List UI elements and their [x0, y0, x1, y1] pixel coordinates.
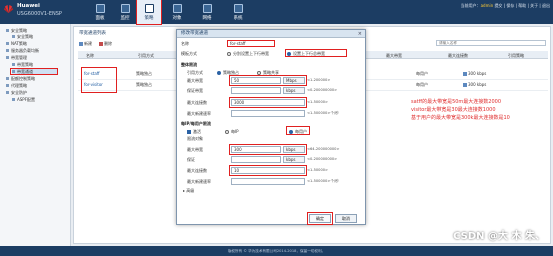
- guarantee-hint: <0-200000000>: [307, 88, 338, 92]
- per-ip-guarantee-input[interactable]: [231, 156, 281, 163]
- system-icon: [233, 4, 243, 13]
- max-conn-hint: <1-50000>: [307, 100, 329, 104]
- overall-section-title: 整体限流: [181, 62, 197, 67]
- user-info: 当前用户：admin 提交 | 保存 | 帮助 | 关于 | 退出: [460, 3, 550, 8]
- highlight-max-conn: [229, 97, 307, 108]
- footer-copyright: 版权所有 © 华为技术有限公司2014-2018，保留一切权利。: [0, 246, 553, 256]
- highlight-bandwidth-channel: [10, 68, 58, 75]
- dashboard-icon: [95, 4, 105, 13]
- nav-monitor[interactable]: 监控: [113, 0, 137, 24]
- col-mode[interactable]: 引用方式: [138, 53, 154, 59]
- highlight-per-ip-conn: [229, 165, 307, 176]
- search-input[interactable]: [436, 40, 546, 46]
- max-bw-hint: <1-200000>: [307, 78, 331, 82]
- plus-icon: [79, 42, 83, 46]
- col-max-conn[interactable]: 最大连接数: [448, 53, 468, 59]
- sidebar-item-proxy-policy[interactable]: 代理策略: [6, 83, 27, 89]
- watermark: CSDN @大 木 朱、: [453, 231, 545, 242]
- per-ip-section-title: 每IP/每用户限流: [181, 121, 211, 126]
- sidebar-item-aspf[interactable]: ASPF配置: [12, 97, 35, 103]
- new-conn-input[interactable]: [231, 110, 305, 117]
- per-ip-conn-hint: <1-50000>: [307, 168, 329, 172]
- table-row-mode: 策略独占: [136, 82, 152, 87]
- new-conn-label: 最大新建速率: [187, 111, 211, 116]
- col-ref-policy[interactable]: 引用策略: [508, 53, 524, 59]
- per-ip-guarantee-unit-select[interactable]: kbps: [283, 156, 305, 163]
- highlight-per-ip-bw: [229, 144, 307, 155]
- per-ip-new-label: 最大新建速率: [187, 179, 211, 184]
- table-row-ref: 300 kbps: [463, 82, 486, 87]
- nav-policy[interactable]: 策略: [136, 0, 162, 25]
- highlight-mode-total: [285, 49, 347, 57]
- huawei-logo-icon: [3, 4, 14, 14]
- per-ip-new-input[interactable]: [231, 178, 305, 185]
- sidebar: 安全策略 安全策略 NAT策略 服务器负载均衡 带宽管理 带宽策略 带宽通道 配…: [0, 24, 71, 246]
- nav-system[interactable]: 系统: [226, 0, 250, 24]
- panel-title: 带宽通道列表: [79, 31, 106, 36]
- mode-label: 模板方式: [181, 51, 197, 56]
- name-input[interactable]: for-staff: [227, 40, 275, 47]
- col-name[interactable]: 名称: [86, 53, 94, 59]
- monitor-icon: [120, 4, 130, 13]
- current-user: admin: [480, 3, 494, 8]
- sidebar-item-slb[interactable]: 服务器负载均衡: [6, 48, 39, 54]
- policy-icon: [144, 4, 154, 13]
- table-row-mode2: 每用户: [416, 82, 428, 87]
- network-icon: [202, 4, 212, 13]
- device-model: USG6000V1-ENSP: [17, 11, 62, 17]
- highlight-ok: [307, 212, 333, 225]
- close-icon[interactable]: ×: [358, 31, 362, 37]
- dialog-title: 修改带宽通道: [177, 30, 365, 38]
- cancel-button[interactable]: 取消: [335, 214, 357, 223]
- highlight-per-user: [286, 126, 310, 135]
- nav-dashboard[interactable]: 面板: [88, 0, 112, 24]
- highlight-max-bw: [229, 75, 307, 86]
- sidebar-item-bandwidth-mgmt[interactable]: 带宽管理: [6, 55, 27, 61]
- nav-network[interactable]: 网络: [195, 0, 219, 24]
- per-ip-option-ip[interactable]: 每IP: [225, 129, 239, 135]
- delete-button[interactable]: 删除: [99, 41, 112, 47]
- max-conn-label: 最大连接数: [187, 100, 207, 105]
- per-ip-enable[interactable]: 激活: [187, 129, 201, 135]
- edit-bandwidth-channel-dialog: 修改带宽通道 × 名称 for-staff 模板方式 分别设置上下行带宽 设置上…: [176, 29, 366, 225]
- col-max-bandwidth[interactable]: 最大带宽: [386, 53, 402, 59]
- max-bw-label: 最大带宽: [187, 78, 203, 83]
- add-button[interactable]: 新建: [79, 41, 92, 47]
- per-ip-conn-label: 最大连接数: [187, 168, 207, 173]
- highlight-rows: [81, 67, 117, 93]
- table-row-ref: 300 kbps: [463, 71, 486, 76]
- nav-object[interactable]: 对象: [165, 0, 189, 24]
- per-ip-guarantee-hint: <0-200000000>: [307, 157, 338, 161]
- per-ip-bw-hint: <64-200000000>: [307, 147, 340, 151]
- top-navigation-bar: Huawei USG6000V1-ENSP 面板 监控 策略 对象 网络 系统 …: [0, 0, 553, 25]
- name-label: 名称: [181, 41, 189, 46]
- mode-option-separate[interactable]: 分别设置上下行带宽: [227, 51, 269, 57]
- object-icon: [172, 4, 182, 13]
- user-links[interactable]: 提交 | 保存 | 帮助 | 关于 | 退出: [494, 3, 550, 8]
- sidebar-item-security-protection[interactable]: 安全防护: [6, 90, 27, 96]
- brand-name: Huawei: [17, 3, 40, 9]
- guarantee-label: 保证带宽: [187, 88, 203, 93]
- delete-icon: [99, 42, 103, 46]
- sidebar-item-security-policy[interactable]: 安全策略: [12, 34, 33, 40]
- guarantee-input[interactable]: [231, 87, 281, 94]
- per-ip-guarantee-label: 保证: [187, 157, 195, 162]
- advanced-toggle[interactable]: ▸ 高级: [183, 188, 194, 194]
- guarantee-unit-select[interactable]: kbps: [283, 87, 305, 94]
- sidebar-item-quota-policy[interactable]: 配额控制策略: [6, 76, 35, 82]
- table-row-mode2: 每用户: [416, 71, 428, 76]
- table-row-mode: 策略独占: [136, 71, 152, 76]
- sidebar-item-nat-policy[interactable]: NAT策略: [6, 41, 27, 47]
- ref-label: 引用方式: [187, 70, 203, 75]
- annotation-text: satff的最大带宽是50m最大连接数2000 visitor最大带宽是30最大…: [411, 99, 510, 121]
- per-ip-bw-label: 最大带宽: [187, 147, 203, 152]
- per-ip-new-hint: <1-500000>个/秒: [307, 179, 339, 183]
- new-conn-hint: <1-500000>个/秒: [307, 111, 339, 115]
- per-ip-mode-label: 限流对象: [187, 136, 203, 141]
